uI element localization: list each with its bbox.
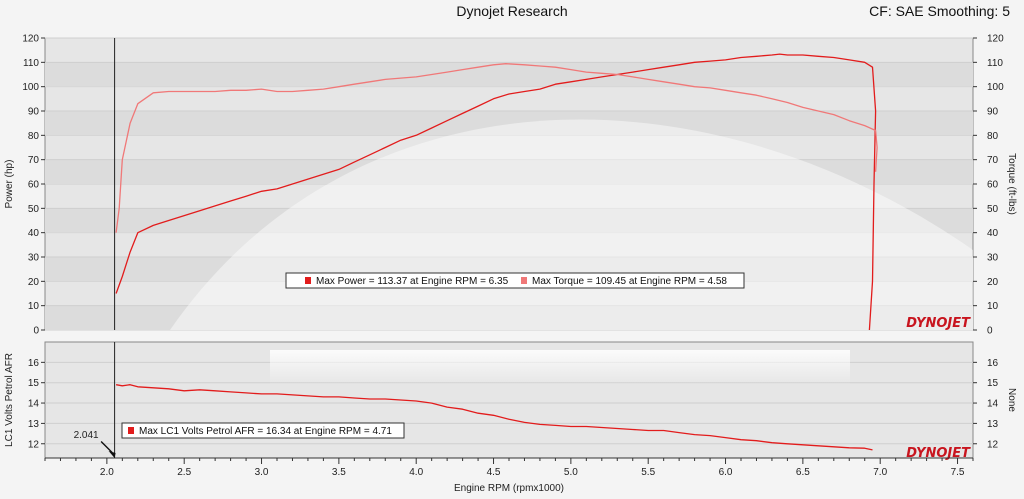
afr-tick-label: 13 [28,419,40,430]
rpm-tick-label: 2.0 [100,467,114,478]
none-tick-label: 16 [987,358,999,369]
torque-tick-label: 20 [987,277,999,288]
dyno-chart[interactable]: 0 10 20 30 40 50 60 70 80 90 100 110 120 0 10 20 30 40 50… [0,0,1024,499]
torque-tick-label: 120 [987,34,1004,45]
rpm-tick-label: 4.5 [487,467,501,478]
rpm-tick-label: 6.5 [796,467,810,478]
power-torque-panel: 0 10 20 30 40 50 60 70 80 90 100 110 120 0 10 20 30 40 50… [4,34,1017,337]
power-tick-label: 100 [22,82,39,93]
power-tick-label: 80 [28,131,40,142]
none-tick-label: 12 [987,439,999,450]
power-axis-ticks: 0 10 20 30 40 50 60 70 80 90 100 110 120 [22,34,45,337]
torque-tick-label: 110 [987,58,1003,69]
legend-afr-swatch [128,427,134,434]
torque-tick-label: 0 [987,326,993,337]
power-tick-label: 60 [28,180,40,191]
rpm-axis: 2.0 2.5 3.0 3.5 4.0 4.5 5.0 5.5 6.0 6.5 7.0 7.5 [44,457,974,478]
torque-tick-label: 70 [987,155,999,166]
none-axis-label: None [1006,388,1017,412]
rpm-axis-label: Engine RPM (rpmx1000) [454,483,564,494]
afr-axis-label: LC1 Volts Petrol AFR [4,353,15,447]
torque-tick-label: 100 [987,82,1004,93]
power-tick-label: 10 [28,301,40,312]
afr-tick-label: 15 [28,378,40,389]
rpm-tick-label: 7.0 [873,467,887,478]
power-tick-label: 70 [28,155,40,166]
legend-afr-label: Max LC1 Volts Petrol AFR = 16.34 at Engi… [139,426,392,437]
torque-tick-label: 60 [987,180,999,191]
afr-panel: 12 13 14 15 16 12 13 14 15 16 LC1 Volts Petrol A… [4,341,1017,461]
rpm-tick-label: 7.5 [951,467,965,478]
dynojet-logo-lower: DYNOJET [906,446,971,461]
none-axis-ticks: 12 13 14 15 16 [973,358,999,450]
lower-legend: Max LC1 Volts Petrol AFR = 16.34 at Engi… [121,422,405,439]
power-tick-label: 0 [33,326,39,337]
lower-highlight [270,350,850,385]
afr-axis-ticks: 12 13 14 15 16 [28,358,45,450]
legend-torque-swatch [521,277,527,284]
rpm-tick-label: 5.5 [641,467,655,478]
torque-tick-label: 10 [987,301,999,312]
torque-tick-label: 50 [987,204,999,215]
torque-tick-label: 30 [987,253,999,264]
rpm-tick-label: 5.0 [564,467,578,478]
rpm-tick-label: 3.0 [255,467,269,478]
rpm-tick-label: 3.5 [332,467,346,478]
none-tick-label: 13 [987,419,999,430]
rpm-tick-label: 6.0 [719,467,733,478]
power-tick-label: 90 [28,107,40,118]
legend-power-label: Max Power = 113.37 at Engine RPM = 6.35 [316,276,509,287]
torque-axis-label: Torque (ft-lbs) [1006,153,1017,215]
none-tick-label: 15 [987,378,999,389]
power-tick-label: 40 [28,228,40,239]
rpm-tick-label: 2.5 [177,467,191,478]
afr-tick-label: 16 [28,358,40,369]
power-tick-label: 30 [28,253,40,264]
afr-tick-label: 12 [28,439,40,450]
torque-tick-label: 90 [987,107,999,118]
power-tick-label: 50 [28,204,40,215]
upper-legend: Max Power = 113.37 at Engine RPM = 6.35 … [285,272,745,289]
power-tick-label: 110 [23,58,39,69]
power-axis-label: Power (hp) [4,160,15,209]
afr-tick-label: 14 [28,399,40,410]
torque-tick-label: 80 [987,131,999,142]
legend-power-swatch [305,277,311,284]
rpm-tick-label: 4.0 [409,467,423,478]
power-tick-label: 120 [22,34,39,45]
legend-torque-label: Max Torque = 109.45 at Engine RPM = 4.58 [532,276,727,287]
upper-grid-band [45,62,973,87]
none-tick-label: 14 [987,399,999,410]
cursor-rpm-label: 2.041 [74,430,99,441]
torque-axis-ticks: 0 10 20 30 40 50 60 70 80 90 100 110 120 [973,34,1004,337]
dynojet-logo-upper: DYNOJET [906,316,971,331]
torque-tick-label: 40 [987,228,999,239]
power-tick-label: 20 [28,277,40,288]
